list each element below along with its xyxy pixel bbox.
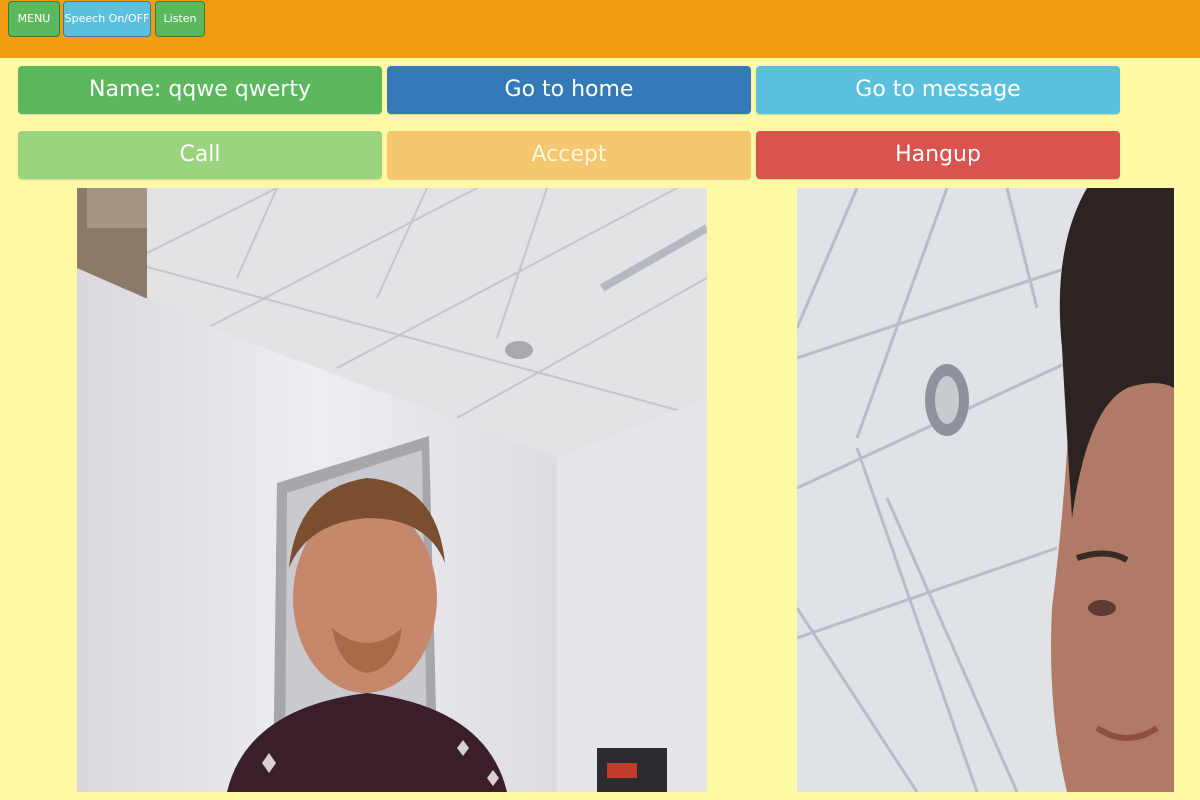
go-home-button[interactable]: Go to home: [387, 66, 751, 114]
local-video-feed: [77, 188, 707, 792]
speech-toggle-button[interactable]: Speech On/OFF: [63, 1, 151, 37]
call-button[interactable]: Call: [18, 131, 382, 179]
user-name-button[interactable]: Name: qqwe qwerty: [18, 66, 382, 114]
hangup-button[interactable]: Hangup: [756, 131, 1120, 179]
go-message-button[interactable]: Go to message: [756, 66, 1120, 114]
remote-video-image: [797, 188, 1174, 792]
top-toolbar: MENU Speech On/OFF Listen: [0, 0, 1200, 58]
listen-button[interactable]: Listen: [155, 1, 205, 37]
menu-button[interactable]: MENU: [8, 1, 60, 37]
local-video-image: [77, 188, 707, 792]
remote-video-feed: [797, 188, 1174, 792]
accept-button[interactable]: Accept: [387, 131, 751, 179]
